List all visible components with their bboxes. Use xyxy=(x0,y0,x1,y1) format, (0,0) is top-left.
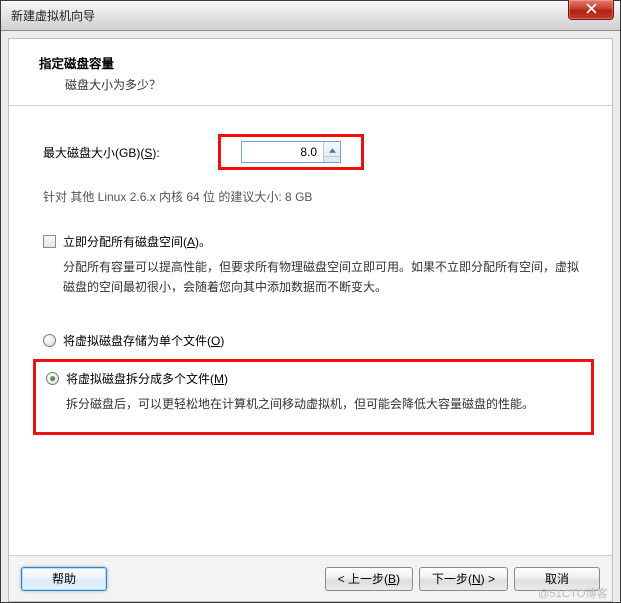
disk-size-value[interactable]: 8.0 xyxy=(242,142,323,162)
wizard-body: 最大磁盘大小(GB)(S): 8.0 针对 其他 Linux 2.6.x xyxy=(9,106,612,555)
recommended-size-label: 针对 其他 Linux 2.6.x 内核 64 位 的建议大小: 8 GB xyxy=(43,188,584,205)
back-button[interactable]: < 上一步(B) xyxy=(325,567,413,591)
disk-size-spinner[interactable]: 8.0 xyxy=(241,141,341,163)
spinner-buttons xyxy=(323,142,340,162)
title-bar: 新建虚拟机向导 xyxy=(1,1,620,31)
close-icon xyxy=(586,3,597,17)
header-title: 指定磁盘容量 xyxy=(39,53,594,72)
split-files-description: 拆分磁盘后，可以更轻松地在计算机之间移动虚拟机，但可能会降低大容量磁盘的性能。 xyxy=(46,395,581,415)
single-file-radio-row[interactable]: 将虚拟磁盘存储为单个文件(O) xyxy=(43,332,584,349)
split-files-label: 将虚拟磁盘拆分成多个文件(M) xyxy=(66,370,228,387)
allocate-now-checkbox-row[interactable]: 立即分配所有磁盘空间(A)。 xyxy=(43,233,584,250)
header-subtitle: 磁盘大小为多少？ xyxy=(39,76,594,93)
chevron-down-icon xyxy=(329,157,336,163)
close-button[interactable] xyxy=(568,0,614,20)
wizard-footer: 帮助 < 上一步(B) 下一步(N) > 取消 xyxy=(9,555,612,601)
split-files-radio-row[interactable]: 将虚拟磁盘拆分成多个文件(M) xyxy=(46,370,581,387)
cancel-button[interactable]: 取消 xyxy=(514,567,600,591)
split-files-radio[interactable] xyxy=(46,372,59,385)
disk-size-highlight: 8.0 xyxy=(218,134,364,170)
allocate-now-description: 分配所有容量可以提高性能，但要求所有物理磁盘空间立即可用。如果不立即分配所有空间… xyxy=(43,258,584,298)
disk-size-label: 最大磁盘大小(GB)(S): xyxy=(43,144,218,161)
help-button[interactable]: 帮助 xyxy=(21,567,107,591)
split-files-highlight: 将虚拟磁盘拆分成多个文件(M) 拆分磁盘后，可以更轻松地在计算机之间移动虚拟机，… xyxy=(33,359,594,436)
window-title: 新建虚拟机向导 xyxy=(1,7,95,24)
spinner-up-button[interactable] xyxy=(324,142,340,157)
chevron-up-icon xyxy=(329,142,336,156)
allocate-now-label: 立即分配所有磁盘空间(A)。 xyxy=(63,233,211,250)
single-file-radio[interactable] xyxy=(43,334,56,347)
spinner-down-button[interactable] xyxy=(324,157,340,163)
single-file-label: 将虚拟磁盘存储为单个文件(O) xyxy=(63,332,224,349)
allocate-now-checkbox[interactable] xyxy=(43,235,56,248)
next-button[interactable]: 下一步(N) > xyxy=(419,567,508,591)
wizard-header: 指定磁盘容量 磁盘大小为多少？ xyxy=(9,39,612,106)
